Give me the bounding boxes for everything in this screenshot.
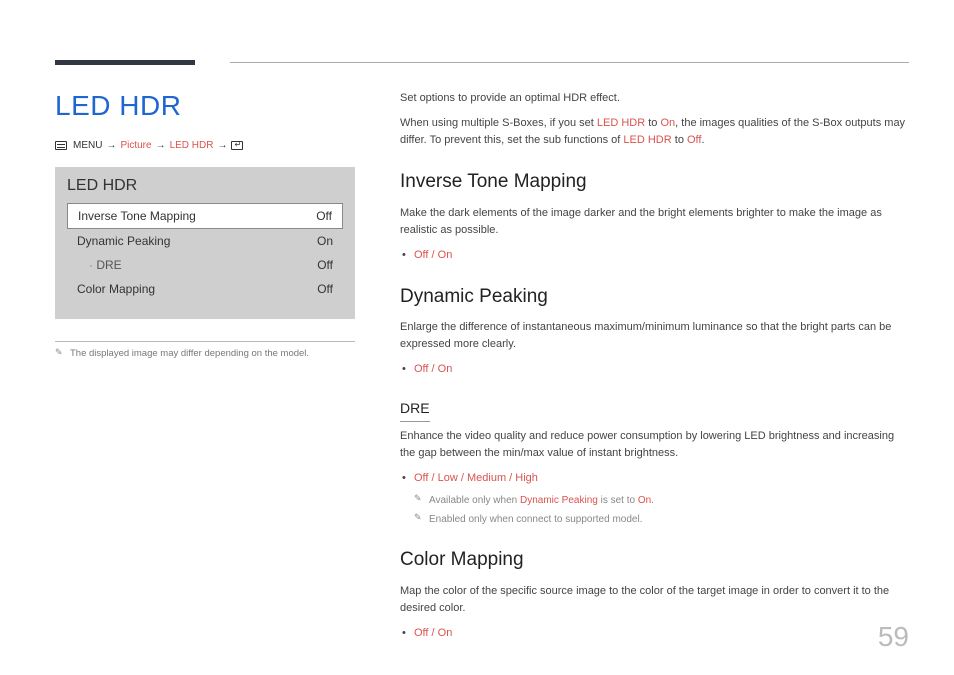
panel-row-label: Color Mapping <box>77 282 155 296</box>
heading-dynamic-peaking: Dynamic Peaking <box>400 282 909 311</box>
heading-color-mapping: Color Mapping <box>400 545 909 574</box>
crumb-ledhdr: LED HDR <box>170 140 214 151</box>
panel-row-value: On <box>317 234 333 248</box>
model-note: The displayed image may differ depending… <box>55 348 355 359</box>
desc-itm: Make the dark elements of the image dark… <box>400 205 909 239</box>
opt-itm: Off / On <box>414 249 452 261</box>
dre-note-2: Enabled only when connect to supported m… <box>400 512 909 528</box>
heading-inverse-tone-mapping: Inverse Tone Mapping <box>400 167 909 196</box>
desc-dp: Enlarge the difference of instantaneous … <box>400 319 909 353</box>
panel-row-label: Dynamic Peaking <box>77 234 170 248</box>
intro-1: Set options to provide an optimal HDR ef… <box>400 90 909 107</box>
crumb-picture: Picture <box>120 140 151 151</box>
opt-dre: Off / Low / Medium / High <box>414 472 538 484</box>
panel-row-label: DRE <box>77 258 122 272</box>
breadcrumb: MENU → Picture → LED HDR → <box>55 140 355 151</box>
panel-row-value: Off <box>316 209 332 223</box>
crumb-menu: MENU <box>73 140 102 151</box>
page-number: 59 <box>878 621 909 653</box>
panel-row[interactable]: Inverse Tone Mapping Off <box>67 203 343 229</box>
panel-row-label: Inverse Tone Mapping <box>78 209 196 223</box>
settings-panel: LED HDR Inverse Tone Mapping Off Dynamic P… <box>55 167 355 319</box>
desc-dre: Enhance the video quality and reduce pow… <box>400 428 909 462</box>
panel-row[interactable]: Color Mapping Off <box>67 277 343 301</box>
desc-cm: Map the color of the specific source ima… <box>400 583 909 617</box>
page-title: LED HDR <box>55 90 355 122</box>
note-icon <box>414 494 424 504</box>
opt-dp: Off / On <box>414 363 452 375</box>
opt-cm: Off / On <box>414 627 452 639</box>
intro-2: When using multiple S-Boxes, if you set … <box>400 115 909 149</box>
panel-row[interactable]: DRE Off <box>67 253 343 277</box>
menu-icon <box>55 141 67 150</box>
note-icon <box>414 513 424 523</box>
enter-icon <box>231 141 243 150</box>
heading-dre: DRE <box>400 398 430 422</box>
panel-row-value: Off <box>317 282 333 296</box>
note-icon <box>55 349 65 359</box>
panel-row[interactable]: Dynamic Peaking On <box>67 229 343 253</box>
dre-note-1: Available only when Dynamic Peaking is s… <box>400 493 909 509</box>
panel-row-value: Off <box>317 258 333 272</box>
panel-title: LED HDR <box>67 177 343 195</box>
